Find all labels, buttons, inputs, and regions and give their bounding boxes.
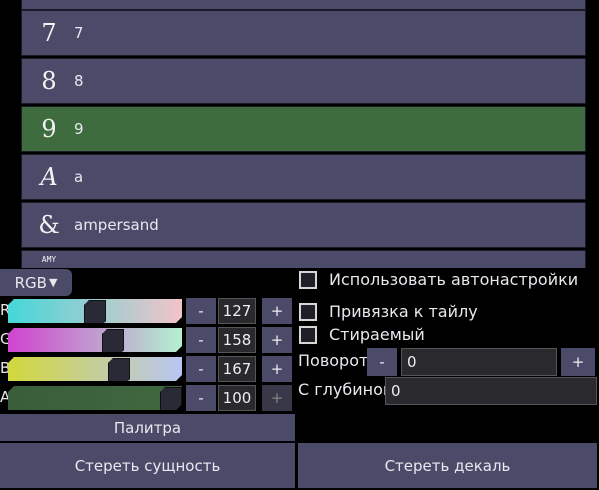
alpha-slider[interactable] xyxy=(8,386,182,410)
rotation-decrement-button[interactable]: - xyxy=(367,348,397,376)
list-item-a[interactable]: A a xyxy=(21,154,586,200)
slider-handle[interactable] xyxy=(84,300,106,326)
increment-button[interactable]: + xyxy=(262,385,292,411)
color-mode-dropdown[interactable]: RGB ▼ xyxy=(0,269,72,296)
channel-row-r: R - 127 + xyxy=(0,298,298,324)
channel-row-a: A - 100 + xyxy=(0,385,298,411)
decal-preview-icon: 8 xyxy=(41,67,57,95)
erase-entity-button[interactable]: Стереть сущность xyxy=(0,443,295,488)
decal-preview-icon: & xyxy=(38,211,60,239)
list-item-7[interactable]: 7 7 xyxy=(21,10,586,56)
decrement-button[interactable]: - xyxy=(186,356,216,382)
increment-button[interactable]: + xyxy=(262,298,292,324)
list-item-label: ampersand xyxy=(74,216,159,234)
list-item[interactable]: AMY xyxy=(21,250,586,268)
depth-input[interactable]: 0 xyxy=(385,377,597,405)
decrement-button[interactable]: - xyxy=(186,298,216,324)
slider-handle[interactable] xyxy=(102,329,124,355)
checkbox-box[interactable] xyxy=(299,302,317,321)
channel-value[interactable]: 158 xyxy=(218,327,256,353)
channel-row-b: B - 167 + xyxy=(0,356,298,382)
decal-list[interactable]: 7 7 8 8 9 9 A a & ampersand AMY xyxy=(21,0,586,268)
slider-handle[interactable] xyxy=(108,358,130,384)
decrement-button[interactable]: - xyxy=(186,327,216,353)
decal-preview-icon: AMY xyxy=(41,255,57,264)
erase-decal-button[interactable]: Стереть декаль xyxy=(298,443,597,488)
palette-button[interactable]: Палитра xyxy=(0,414,295,441)
channel-value[interactable]: 127 xyxy=(218,298,256,324)
checkbox-box[interactable] xyxy=(299,270,317,289)
decal-preview-icon: A xyxy=(40,163,58,191)
channel-row-g: G - 158 + xyxy=(0,327,298,353)
checkbox-box[interactable] xyxy=(299,325,317,344)
channel-value[interactable]: 167 xyxy=(218,356,256,382)
erasable-checkbox[interactable]: Стираемый xyxy=(299,325,425,344)
list-item-9[interactable]: 9 9 xyxy=(21,106,586,152)
depth-label: С глубиной xyxy=(298,380,394,399)
list-item-label: 8 xyxy=(74,72,84,90)
red-slider[interactable] xyxy=(8,299,182,323)
list-item-label: 9 xyxy=(74,120,84,138)
list-item-ampersand[interactable]: & ampersand xyxy=(21,202,586,248)
list-item-label: 7 xyxy=(74,24,84,42)
channel-value[interactable]: 100 xyxy=(218,385,256,411)
list-item-8[interactable]: 8 8 xyxy=(21,58,586,104)
increment-button[interactable]: + xyxy=(262,356,292,382)
auto-settings-checkbox[interactable]: Использовать автонастройки xyxy=(299,270,578,289)
rotation-increment-button[interactable]: + xyxy=(561,348,595,376)
snap-to-tile-checkbox[interactable]: Привязка к тайлу xyxy=(299,302,478,321)
rotation-input[interactable]: 0 xyxy=(401,348,557,376)
increment-button[interactable]: + xyxy=(262,327,292,353)
checkbox-label: Привязка к тайлу xyxy=(329,302,478,321)
blue-slider[interactable] xyxy=(8,357,182,381)
decal-preview-icon: 7 xyxy=(41,19,57,47)
slider-handle[interactable] xyxy=(160,387,182,413)
color-mode-label: RGB xyxy=(14,273,47,292)
green-slider[interactable] xyxy=(8,328,182,352)
chevron-down-icon: ▼ xyxy=(48,276,58,289)
list-item-label: a xyxy=(74,168,84,186)
checkbox-label: Использовать автонастройки xyxy=(329,270,579,289)
checkbox-label: Стираемый xyxy=(329,325,425,344)
decal-preview-icon: 9 xyxy=(41,115,57,143)
list-item[interactable] xyxy=(21,0,586,10)
decrement-button[interactable]: - xyxy=(186,385,216,411)
rotation-label: Поворот xyxy=(298,351,369,370)
